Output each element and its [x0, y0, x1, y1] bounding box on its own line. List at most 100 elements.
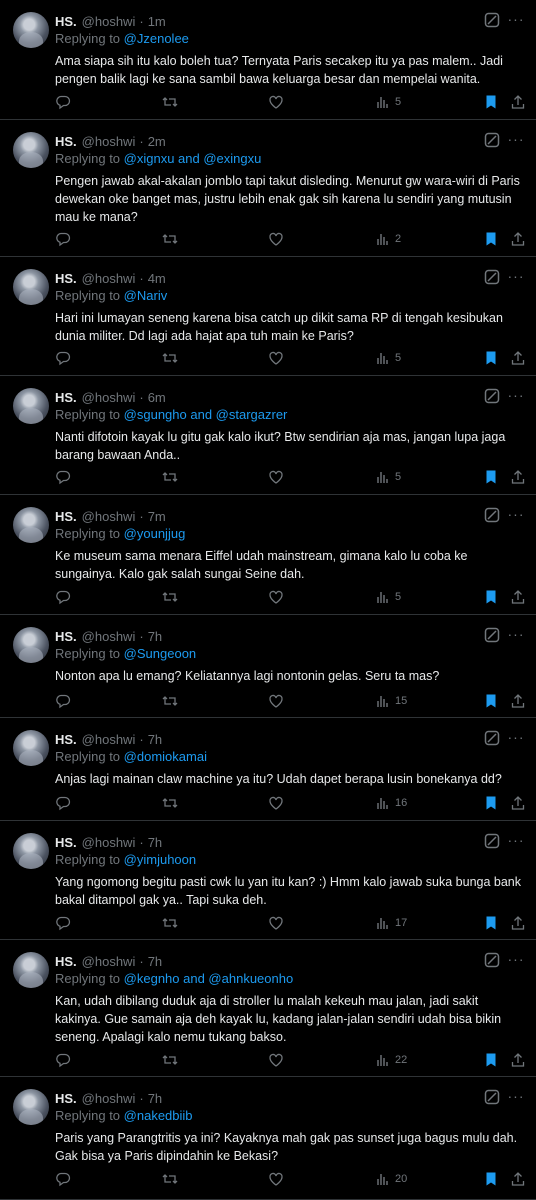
display-name[interactable]: HS. — [55, 732, 77, 747]
like-button[interactable] — [268, 467, 284, 487]
retweet-button[interactable] — [162, 1169, 178, 1189]
grok-icon[interactable] — [484, 1089, 500, 1105]
views-button[interactable]: 5 — [375, 348, 401, 368]
grok-icon[interactable] — [484, 833, 500, 849]
more-icon[interactable]: ··· — [506, 130, 526, 148]
reply-button[interactable] — [55, 1169, 71, 1189]
grok-icon[interactable] — [484, 388, 500, 404]
like-button[interactable] — [268, 348, 284, 368]
user-handle[interactable]: @hoshwi — [82, 134, 136, 149]
views-button[interactable]: 2 — [375, 229, 401, 249]
retweet-button[interactable] — [162, 913, 178, 933]
retweet-button[interactable] — [162, 467, 178, 487]
like-button[interactable] — [268, 913, 284, 933]
like-button[interactable] — [268, 1169, 284, 1189]
avatar[interactable] — [13, 1089, 49, 1125]
tweet[interactable]: HS. @hoshwi · 7h ··· Replying to @kegnho… — [0, 940, 536, 1077]
tweet[interactable]: HS. @hoshwi · 7h ··· Replying to @domiok… — [0, 718, 536, 821]
display-name[interactable]: HS. — [55, 134, 77, 149]
like-button[interactable] — [268, 793, 284, 813]
more-icon[interactable]: ··· — [506, 728, 526, 746]
user-handle[interactable]: @hoshwi — [82, 390, 136, 405]
avatar[interactable] — [13, 507, 49, 543]
timestamp[interactable]: 7h — [148, 835, 162, 850]
user-handle[interactable]: @hoshwi — [82, 835, 136, 850]
display-name[interactable]: HS. — [55, 14, 77, 29]
avatar[interactable] — [13, 132, 49, 168]
bookmark-button[interactable] — [483, 1050, 499, 1070]
display-name[interactable]: HS. — [55, 954, 77, 969]
more-icon[interactable]: ··· — [506, 831, 526, 849]
share-button[interactable] — [510, 92, 526, 112]
reply-button[interactable] — [55, 92, 71, 112]
views-button[interactable]: 20 — [375, 1169, 407, 1189]
like-button[interactable] — [268, 1050, 284, 1070]
share-button[interactable] — [510, 467, 526, 487]
display-name[interactable]: HS. — [55, 835, 77, 850]
tweet[interactable]: HS. @hoshwi · 7m ··· Replying to @younjj… — [0, 495, 536, 615]
replying-to-users[interactable]: @Sungeoon — [124, 646, 196, 661]
tweet[interactable]: HS. @hoshwi · 7h ··· Replying to @yimjuh… — [0, 821, 536, 940]
tweet[interactable]: HS. @hoshwi · 4m ··· Replying to @Nariv … — [0, 257, 536, 376]
views-button[interactable]: 5 — [375, 587, 401, 607]
views-button[interactable]: 16 — [375, 793, 407, 813]
timestamp[interactable]: 7h — [148, 1091, 162, 1106]
user-handle[interactable]: @hoshwi — [82, 14, 136, 29]
replying-to-users[interactable]: @nakedbiib — [124, 1108, 193, 1123]
replying-to-users[interactable]: @younjjug — [124, 526, 186, 541]
grok-icon[interactable] — [484, 507, 500, 523]
like-button[interactable] — [268, 229, 284, 249]
replying-to-users[interactable]: @sgungho and @stargazrer — [124, 407, 288, 422]
share-button[interactable] — [510, 587, 526, 607]
bookmark-button[interactable] — [483, 348, 499, 368]
avatar[interactable] — [13, 952, 49, 988]
share-button[interactable] — [510, 793, 526, 813]
grok-icon[interactable] — [484, 730, 500, 746]
replying-to-users[interactable]: @domiokamai — [124, 749, 207, 764]
like-button[interactable] — [268, 587, 284, 607]
share-button[interactable] — [510, 348, 526, 368]
replying-to-users[interactable]: @Jzenolee — [124, 31, 189, 46]
bookmark-button[interactable] — [483, 229, 499, 249]
tweet[interactable]: HS. @hoshwi · 7h ··· Replying to @Sungeo… — [0, 615, 536, 718]
timestamp[interactable]: 2m — [148, 134, 166, 149]
share-button[interactable] — [510, 1050, 526, 1070]
replying-to-users[interactable]: @yimjuhoon — [124, 852, 196, 867]
bookmark-button[interactable] — [483, 467, 499, 487]
grok-icon[interactable] — [484, 627, 500, 643]
share-button[interactable] — [510, 1169, 526, 1189]
views-button[interactable]: 17 — [375, 913, 407, 933]
user-handle[interactable]: @hoshwi — [82, 732, 136, 747]
user-handle[interactable]: @hoshwi — [82, 954, 136, 969]
bookmark-button[interactable] — [483, 913, 499, 933]
timestamp[interactable]: 4m — [148, 271, 166, 286]
more-icon[interactable]: ··· — [506, 267, 526, 285]
avatar[interactable] — [13, 269, 49, 305]
reply-button[interactable] — [55, 467, 71, 487]
retweet-button[interactable] — [162, 587, 178, 607]
avatar[interactable] — [13, 833, 49, 869]
display-name[interactable]: HS. — [55, 1091, 77, 1106]
bookmark-button[interactable] — [483, 691, 499, 711]
retweet-button[interactable] — [162, 348, 178, 368]
more-icon[interactable]: ··· — [506, 386, 526, 404]
reply-button[interactable] — [55, 793, 71, 813]
user-handle[interactable]: @hoshwi — [82, 271, 136, 286]
timestamp[interactable]: 7h — [148, 954, 162, 969]
share-button[interactable] — [510, 913, 526, 933]
bookmark-button[interactable] — [483, 587, 499, 607]
bookmark-button[interactable] — [483, 92, 499, 112]
tweet[interactable]: HS. @hoshwi · 7h ··· Replying to @nakedb… — [0, 1077, 536, 1200]
replying-to-users[interactable]: @kegnho and @ahnkueonho — [124, 971, 294, 986]
user-handle[interactable]: @hoshwi — [82, 629, 136, 644]
retweet-button[interactable] — [162, 229, 178, 249]
timestamp[interactable]: 7h — [148, 732, 162, 747]
share-button[interactable] — [510, 229, 526, 249]
tweet[interactable]: HS. @hoshwi · 6m ··· Replying to @sgungh… — [0, 376, 536, 495]
timestamp[interactable]: 1m — [148, 14, 166, 29]
replying-to-users[interactable]: @xignxu and @exingxu — [124, 151, 262, 166]
more-icon[interactable]: ··· — [506, 625, 526, 643]
retweet-button[interactable] — [162, 691, 178, 711]
share-button[interactable] — [510, 691, 526, 711]
user-handle[interactable]: @hoshwi — [82, 1091, 136, 1106]
